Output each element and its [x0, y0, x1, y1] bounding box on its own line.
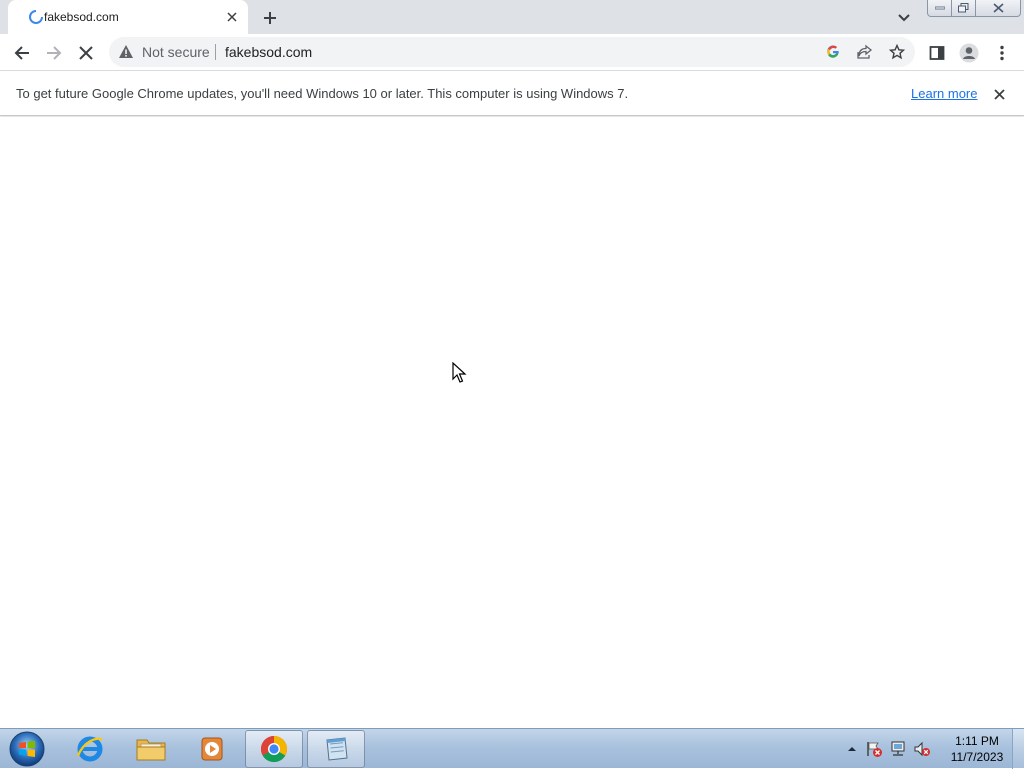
volume-muted-icon[interactable]: [913, 740, 931, 758]
start-button[interactable]: [7, 730, 47, 768]
tab-title: fakebsod.com: [44, 10, 119, 24]
minimize-button[interactable]: [927, 0, 952, 17]
menu-kebab-icon[interactable]: [989, 40, 1015, 66]
taskbar-media-player-icon[interactable]: [183, 730, 241, 768]
google-lens-icon[interactable]: [824, 43, 842, 61]
window-controls: [927, 0, 1021, 18]
clock-time[interactable]: 1:11 PM: [943, 734, 1011, 748]
tab-close-icon[interactable]: [224, 9, 240, 25]
side-panel-icon[interactable]: [924, 40, 950, 66]
close-window-button[interactable]: [976, 0, 1021, 17]
show-hidden-icons-icon[interactable]: [843, 740, 861, 758]
url-text[interactable]: fakebsod.com: [225, 44, 312, 60]
mouse-cursor-icon: [452, 361, 468, 384]
bookmark-star-icon[interactable]: [888, 43, 906, 61]
security-status-label[interactable]: Not secure: [142, 44, 210, 60]
profile-avatar-icon[interactable]: [956, 40, 982, 66]
taskbar-internet-explorer-icon[interactable]: [61, 730, 119, 768]
browser-toolbar: Not secure fakebsod.com: [0, 34, 1024, 71]
page-content: [0, 117, 1024, 728]
learn-more-link[interactable]: Learn more: [911, 86, 977, 101]
omnibox-separator: [215, 44, 216, 60]
windows-taskbar: 1:11 PM 11/7/2023: [0, 728, 1024, 769]
forward-button[interactable]: [41, 40, 67, 66]
loading-spinner-icon: [28, 9, 44, 25]
back-button[interactable]: [9, 40, 35, 66]
network-icon[interactable]: [889, 740, 907, 758]
taskbar-notepad-icon[interactable]: [307, 730, 365, 768]
stop-loading-button[interactable]: [73, 40, 99, 66]
browser-tab[interactable]: fakebsod.com: [8, 0, 248, 34]
infobar-close-icon[interactable]: [990, 85, 1008, 103]
action-center-flag-icon[interactable]: [865, 740, 883, 758]
taskbar-chrome-icon[interactable]: [245, 730, 303, 768]
taskbar-file-explorer-icon[interactable]: [122, 730, 180, 768]
system-tray: 1:11 PM 11/7/2023: [843, 729, 1024, 769]
warning-icon[interactable]: [118, 44, 134, 60]
share-icon[interactable]: [856, 43, 874, 61]
address-bar[interactable]: Not secure fakebsod.com: [109, 37, 915, 67]
tab-strip: fakebsod.com: [0, 0, 1024, 34]
update-infobar: To get future Google Chrome updates, you…: [0, 71, 1024, 116]
show-desktop-button[interactable]: [1012, 729, 1024, 769]
tab-search-chevron-icon[interactable]: [893, 7, 915, 29]
restore-button[interactable]: [952, 0, 976, 17]
clock-date[interactable]: 11/7/2023: [943, 750, 1011, 764]
infobar-message: To get future Google Chrome updates, you…: [16, 86, 629, 101]
new-tab-button[interactable]: [258, 6, 282, 30]
